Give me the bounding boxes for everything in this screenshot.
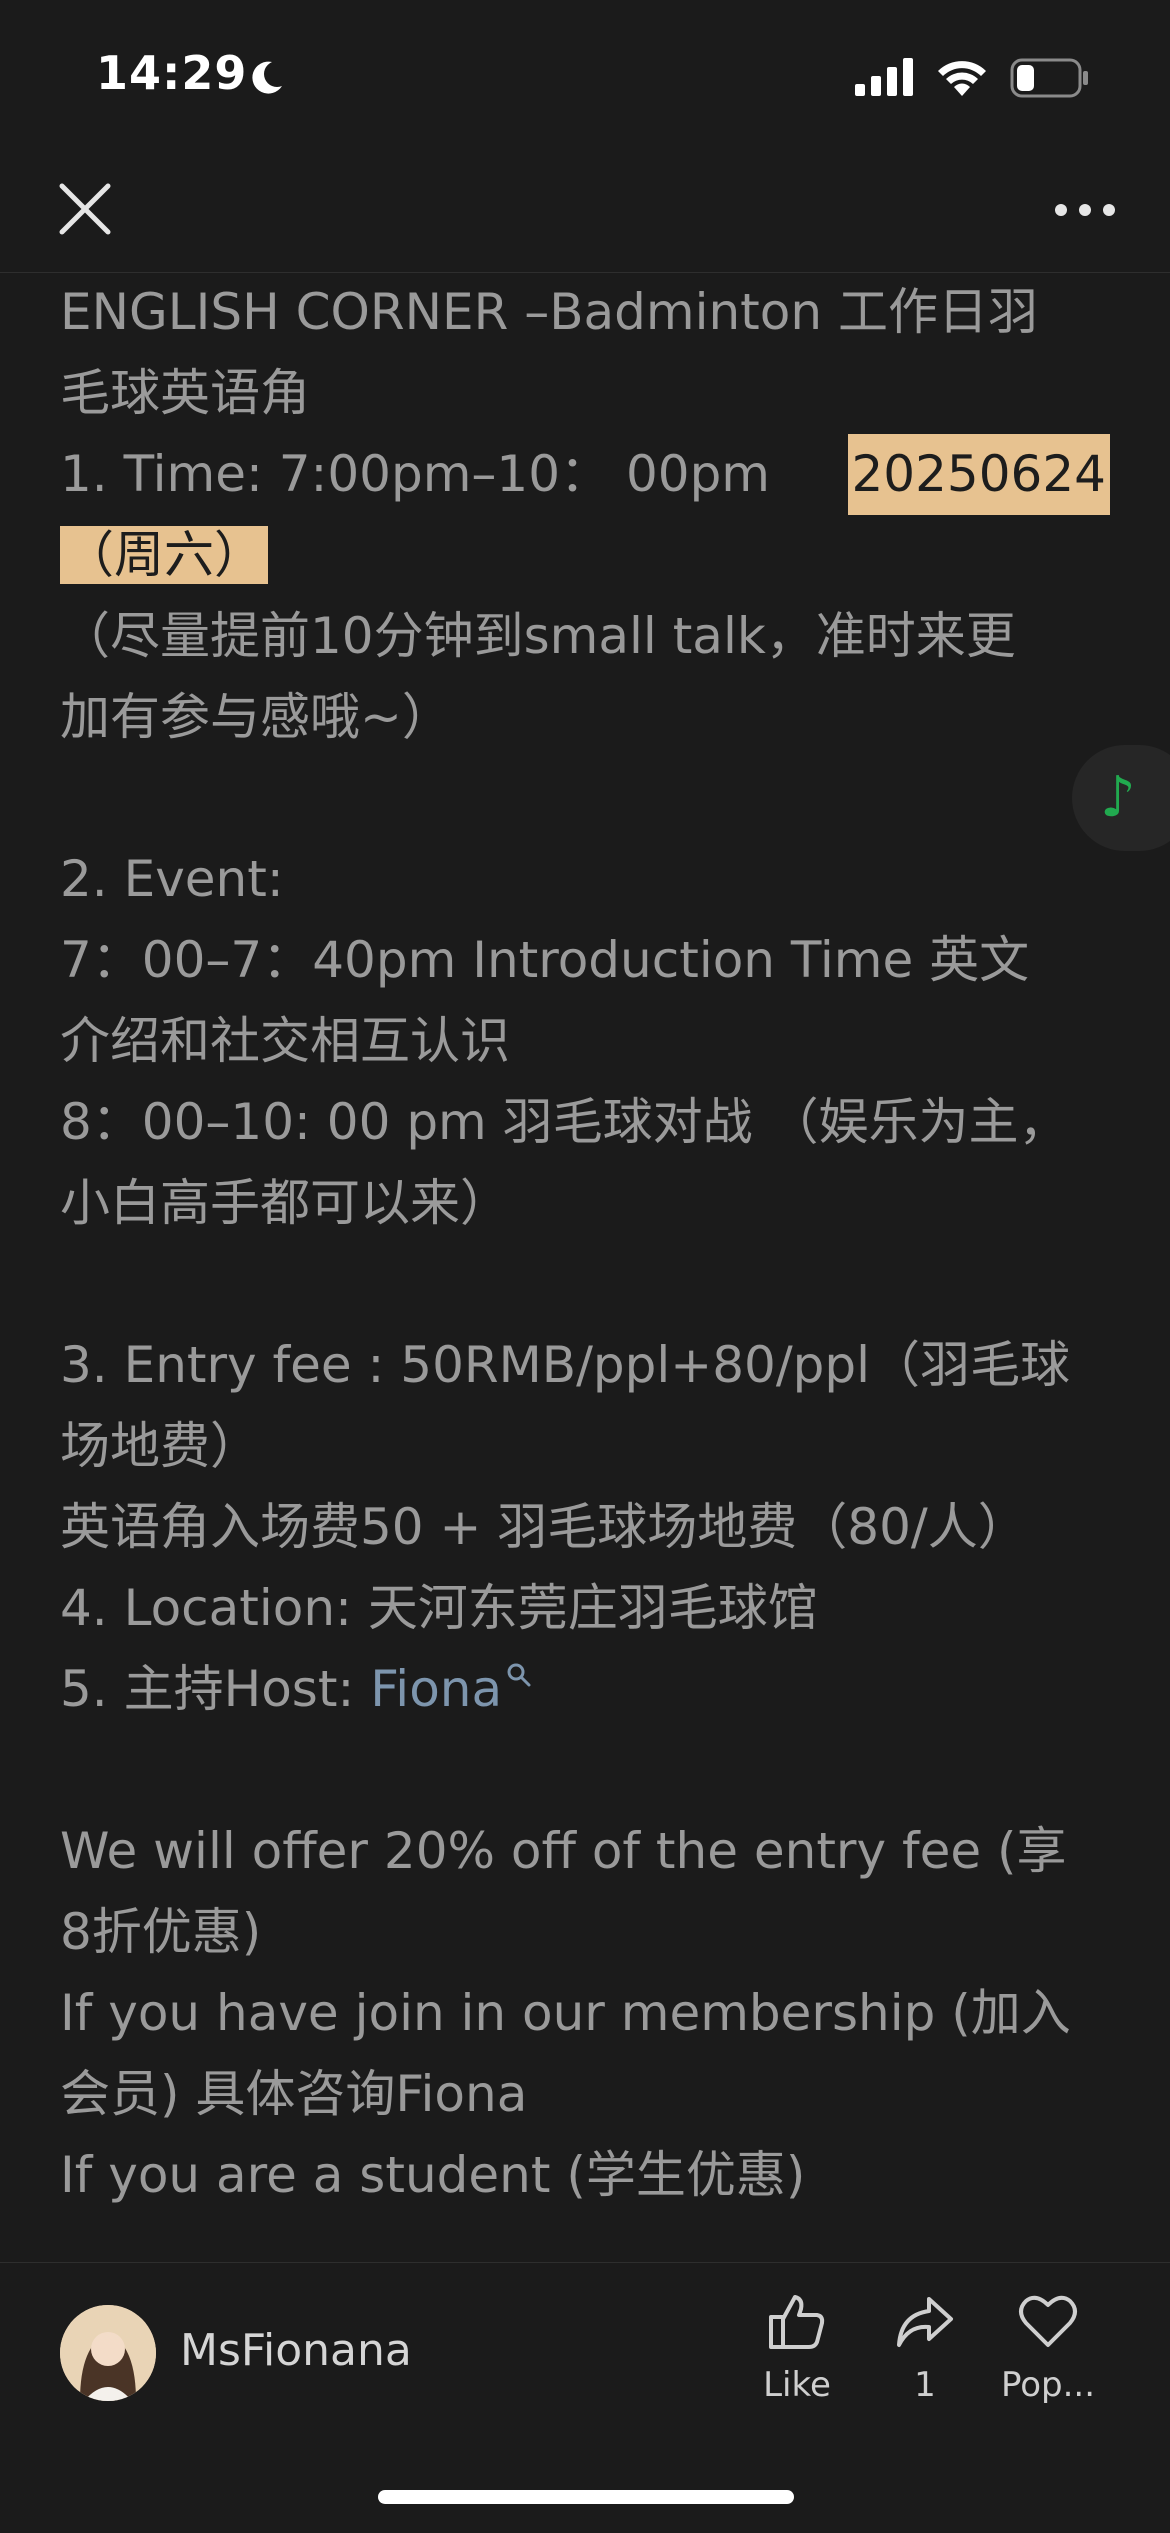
like-label: Like [763,2365,831,2405]
search-icon[interactable] [506,1662,532,1688]
avatar-image [60,2305,156,2401]
event-line: 7：00–7：40pm Introduction Time 英文 [60,931,1030,989]
host-name-link[interactable]: Fiona [370,1660,502,1718]
avatar[interactable] [60,2305,156,2401]
note-line: 加有参与感哦~） [60,688,452,746]
author-name[interactable]: MsFionana [180,2325,412,2376]
offer-line: We will offer 20% off of the entry fee (… [60,1822,1067,1880]
membership-line: If you have join in our membership (加入 [60,1984,1071,2042]
event-line: 8：00–10: 00 pm 羽毛球对战 （娱乐为主， [60,1093,1069,1151]
time-line: 1. Time: 7:00pm–10： 00pm 20250624 [60,434,1110,515]
host-label: 5. 主持Host: [60,1660,371,1718]
like-button[interactable]: Like [742,2293,852,2405]
status-bar: 14:29 [0,0,1170,150]
battery-icon [1010,58,1088,98]
moon-icon [252,61,282,94]
popular-button[interactable]: Pop... [993,2293,1103,2405]
signal-icon [855,58,913,96]
fee-line: 英语角入场费50 + 羽毛球场地费（80/人） [60,1498,1028,1556]
date-highlight: 20250624 [847,434,1110,515]
fee-line: 3. Entry fee : 50RMB/ppl+80/ppl（羽毛球 [60,1336,1071,1394]
event-line: 介绍和社交相互认识 [60,1012,510,1070]
event-heading: 2. Event: [60,850,284,908]
status-time: 14:29 [96,46,248,100]
weekday-line: （周六） [60,515,1110,596]
share-button[interactable]: 1 [870,2293,980,2405]
wifi-icon [938,61,986,96]
close-icon[interactable] [54,178,116,240]
post-title-line: ENGLISH CORNER –Badminton 工作日羽 [60,283,1038,341]
location-line: 4. Location: 天河东莞庄羽毛球馆 [60,1579,818,1637]
fee-line: 场地费） [60,1417,260,1475]
thumbs-up-icon [769,2295,825,2349]
nav-bar [0,150,1170,273]
post-title-line: 毛球英语角 [60,364,310,422]
share-count: 1 [914,2365,936,2405]
music-button[interactable]: ♪ [1072,745,1170,851]
student-line: If you are a student (学生优惠) [60,2146,806,2204]
heart-icon [1019,2295,1077,2347]
post-content: ENGLISH CORNER –Badminton 工作日羽 毛球英语角 1. … [60,272,1110,2216]
popular-label: Pop... [1000,2365,1096,2405]
home-indicator[interactable] [378,2490,794,2504]
offer-line: 8折优惠) [60,1903,262,1961]
music-note-icon: ♪ [1100,765,1136,830]
more-icon[interactable] [1050,190,1120,230]
weekday-highlight: （周六） [60,526,268,584]
host-line: 5. 主持Host: Fiona [60,1649,1110,1730]
time-label: 1. Time: 7:00pm–10： 00pm [60,445,771,503]
note-line: （尽量提前10分钟到small talk，准时来更 [60,607,1016,665]
event-line: 小白高手都可以来） [60,1174,510,1232]
share-icon [897,2297,953,2347]
membership-line: 会员) 具体咨询Fiona [60,2065,528,2123]
